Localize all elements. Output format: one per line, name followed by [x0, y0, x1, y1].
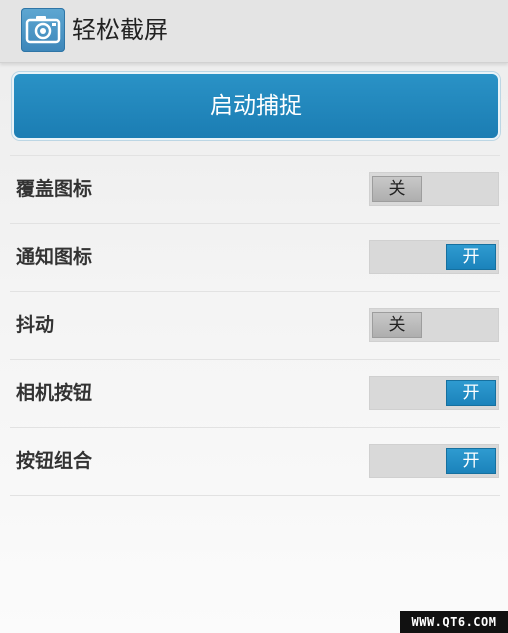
setting-row-camera-button: 相机按钮 开	[10, 360, 500, 428]
overlay-icon-toggle[interactable]: 关	[369, 172, 499, 206]
toggle-knob: 开	[446, 448, 496, 474]
toggle-knob: 开	[446, 380, 496, 406]
button-combo-toggle[interactable]: 开	[369, 444, 499, 478]
setting-row-overlay-icon: 覆盖图标 关	[10, 156, 500, 224]
toggle-knob: 开	[446, 244, 496, 270]
toggle-knob: 关	[372, 312, 422, 338]
setting-row-notification-icon: 通知图标 开	[10, 224, 500, 292]
setting-label: 通知图标	[16, 246, 93, 268]
app-title: 轻松截屏	[72, 16, 168, 44]
notification-icon-toggle[interactable]: 开	[369, 240, 499, 274]
setting-row-button-combo: 按钮组合 开	[10, 428, 500, 496]
settings-list: 覆盖图标 关 通知图标 开 抖动 关 相机按钮 开 按钮组合 开	[10, 155, 500, 496]
camera-button-toggle[interactable]: 开	[369, 376, 499, 410]
title-bar: 轻松截屏	[0, 0, 508, 63]
setting-label: 抖动	[16, 314, 55, 336]
toggle-knob: 关	[372, 176, 422, 202]
setting-label: 按钮组合	[16, 450, 93, 472]
shake-toggle[interactable]: 关	[369, 308, 499, 342]
setting-label: 覆盖图标	[16, 178, 93, 200]
watermark: WWW.QT6.COM	[400, 611, 508, 633]
setting-label: 相机按钮	[16, 382, 93, 404]
start-capture-button[interactable]: 启动捕捉	[12, 72, 500, 140]
camera-icon	[21, 8, 65, 52]
setting-row-shake: 抖动 关	[10, 292, 500, 360]
